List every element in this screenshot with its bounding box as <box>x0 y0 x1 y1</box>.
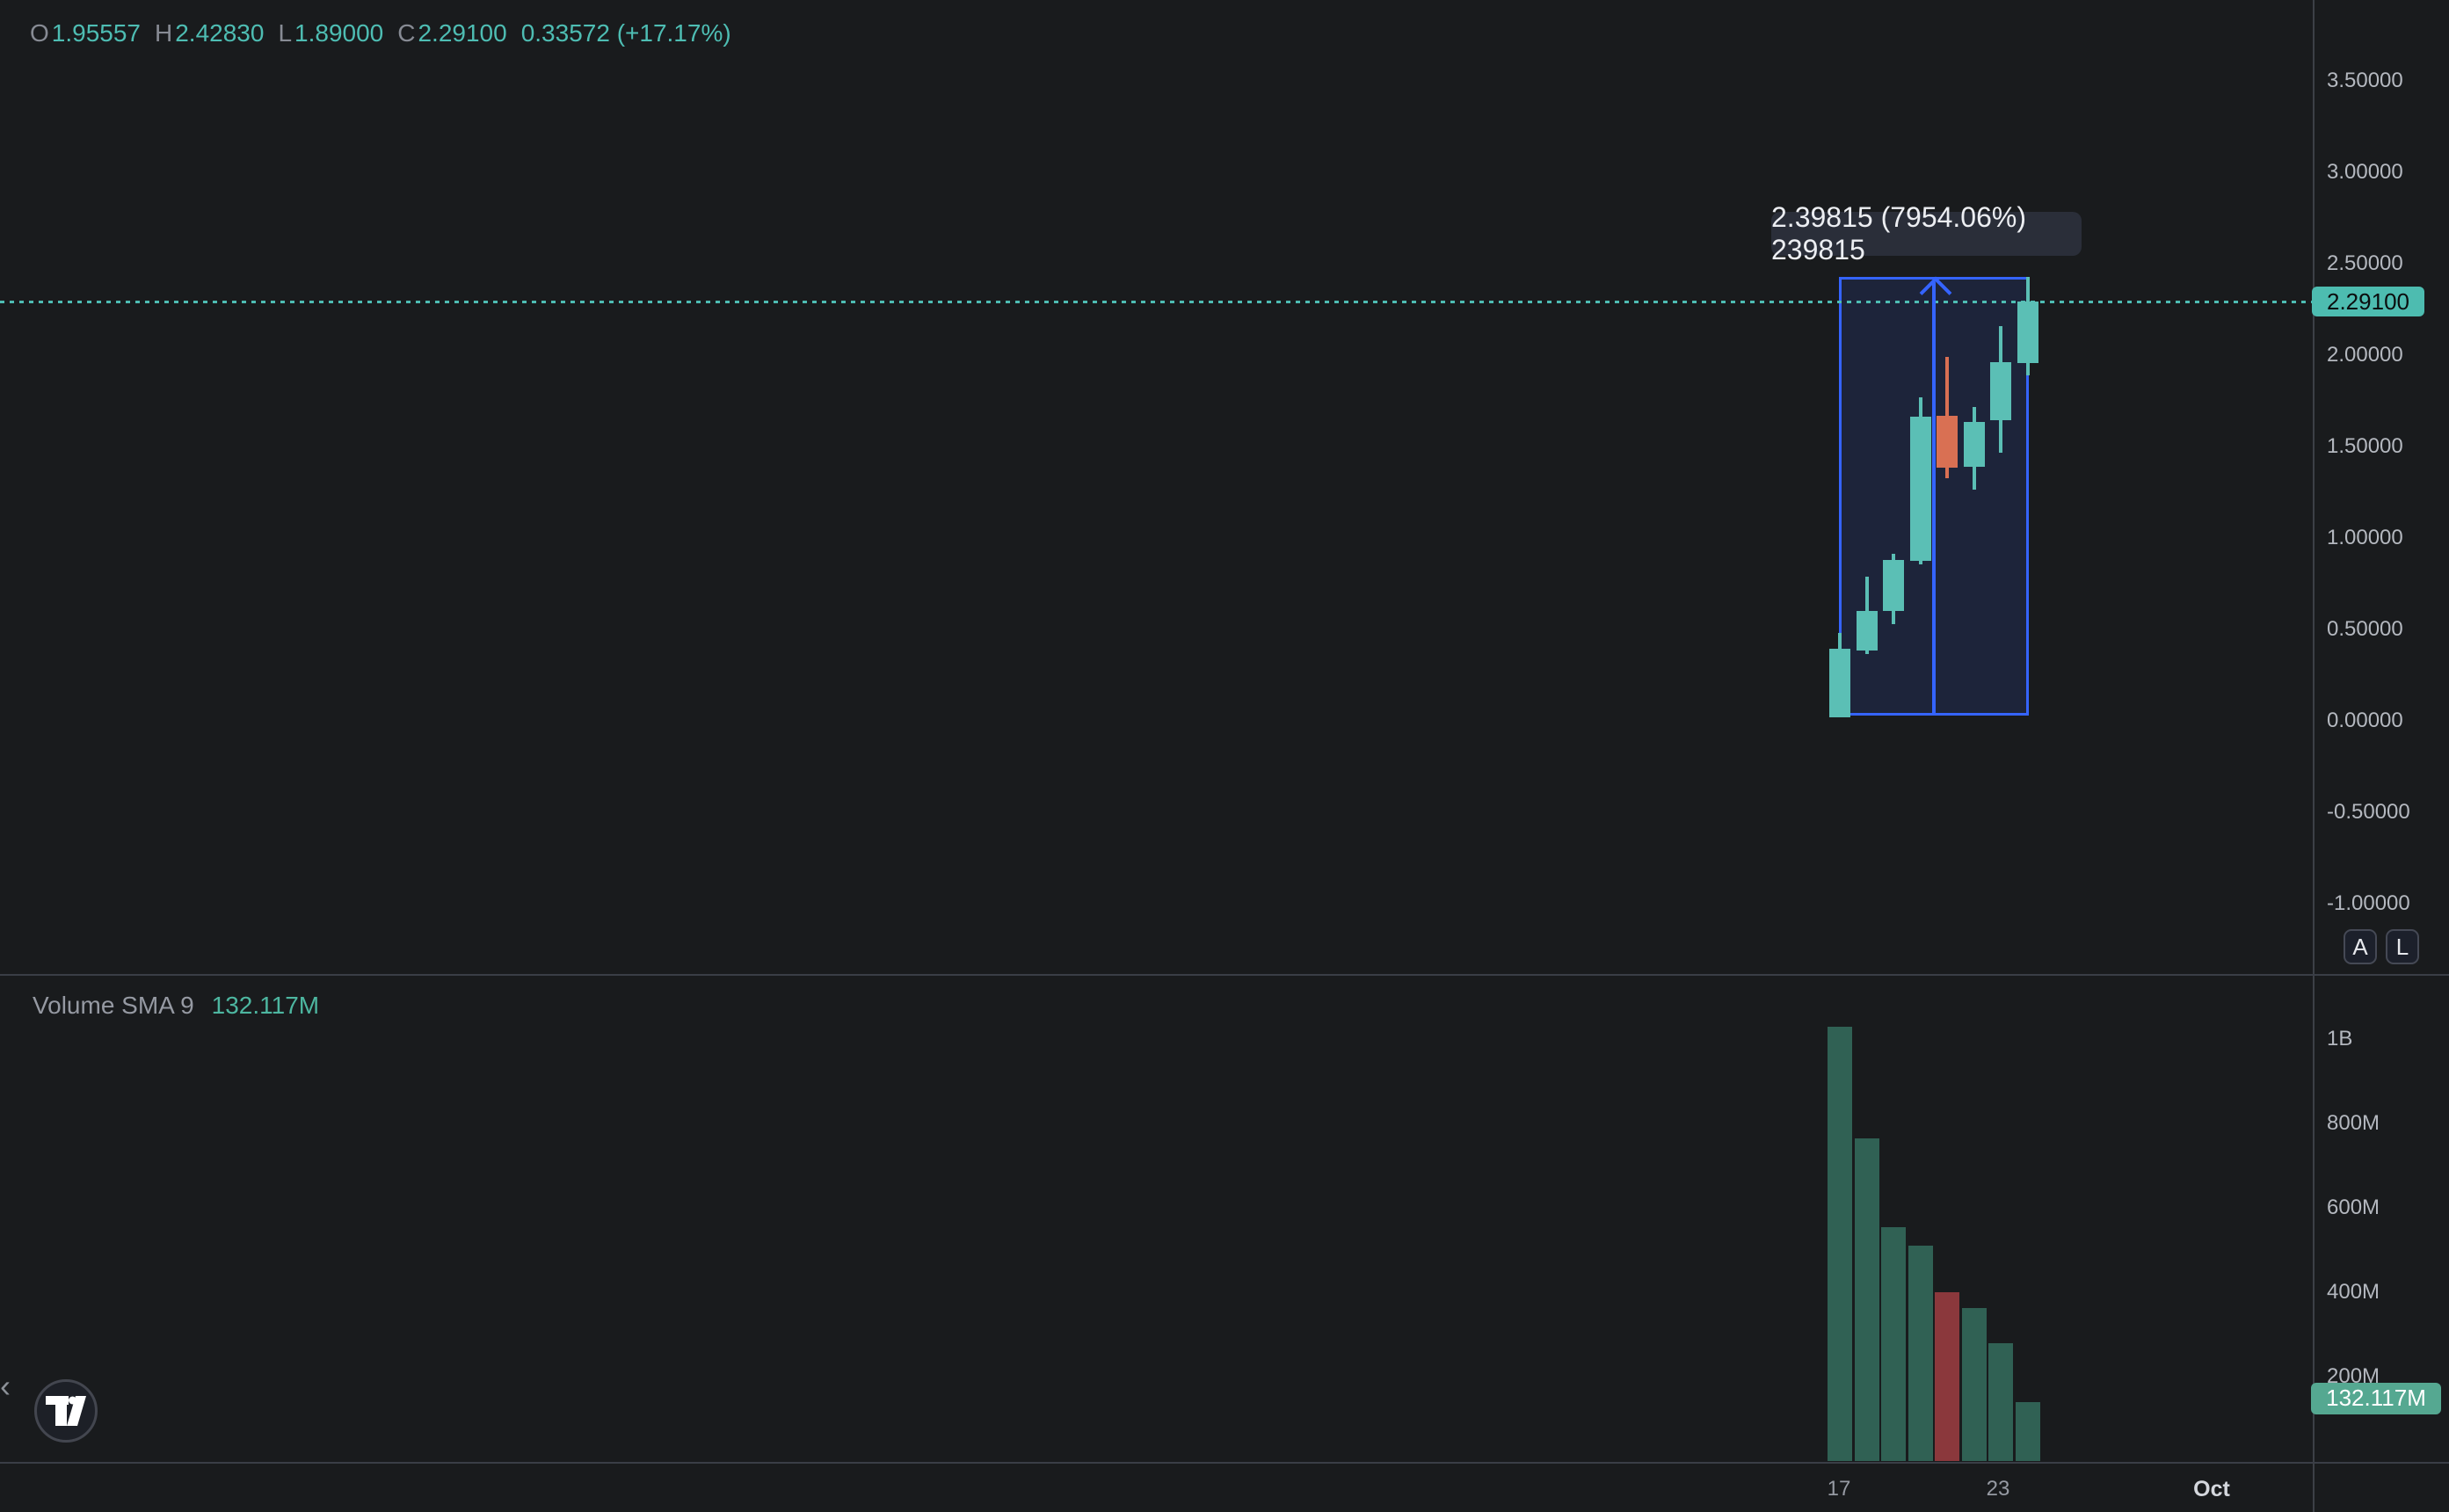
candle-body <box>1990 362 2011 420</box>
volume-bar <box>1988 1343 2013 1461</box>
volume-sma-badge: 132.117M <box>2311 1383 2441 1414</box>
candle-body <box>1910 417 1931 561</box>
price-axis-border <box>2313 0 2315 1512</box>
volume-legend-value: 132.117M <box>212 992 319 1020</box>
volume-bar <box>2016 1402 2040 1461</box>
ohlc-item: H2.42830 <box>155 19 264 47</box>
ohlc-legend: O1.95557 H2.42830 L1.89000 C2.29100 0.33572 … <box>30 19 731 47</box>
volume-tick-label: 400M <box>2327 1280 2380 1305</box>
candle-body <box>1964 422 1985 467</box>
volume-legend: Volume SMA 9 132.117M <box>33 992 319 1020</box>
volume-bar <box>1908 1246 1933 1461</box>
price-tick-label: 1.50000 <box>2327 434 2403 459</box>
volume-bar <box>1935 1292 1959 1461</box>
time-tick-label: 23 <box>1987 1477 2010 1501</box>
volume-bar <box>1855 1138 1879 1461</box>
price-tick-label: 1.00000 <box>2327 526 2403 550</box>
volume-bar <box>1828 1027 1852 1461</box>
volume-legend-title: Volume SMA 9 <box>33 992 194 1020</box>
price-range-arrow-shaft <box>1932 282 1936 713</box>
price-range-tooltip-text: 2.39815 (7954.06%) 239815 <box>1771 201 2082 266</box>
price-tick-label: 3.50000 <box>2327 69 2403 93</box>
collapse-panel-chevron-icon[interactable]: ‹ <box>0 1368 11 1405</box>
candle-body <box>2017 302 2038 363</box>
candle-body <box>1857 611 1878 651</box>
candle-body <box>1883 560 1904 611</box>
volume-bar <box>1881 1227 1906 1461</box>
volume-sma-badge-text: 132.117M <box>2326 1385 2426 1412</box>
tradingview-logo[interactable] <box>34 1379 98 1443</box>
auto-scale-button[interactable]: A <box>2344 929 2377 964</box>
volume-tick-label: 800M <box>2327 1111 2380 1136</box>
last-price-dotted-line <box>0 301 2313 303</box>
log-scale-button[interactable]: L <box>2386 929 2419 964</box>
volume-tick-label: 1B <box>2327 1027 2352 1051</box>
last-price-badge-text: 2.29100 <box>2327 288 2409 316</box>
candle-body <box>1937 416 1958 468</box>
ohlc-item: L1.89000 <box>278 19 383 47</box>
pane-separator[interactable] <box>0 974 2449 976</box>
price-tick-label: 2.50000 <box>2327 251 2403 276</box>
last-price-badge: 2.29100 <box>2312 287 2424 316</box>
price-range-tooltip: 2.39815 (7954.06%) 239815 <box>1771 212 2082 256</box>
candle-body <box>1829 649 1850 717</box>
price-tick-label: 0.00000 <box>2327 709 2403 733</box>
ohlc-item: O1.95557 <box>30 19 141 47</box>
auto-scale-label: A <box>2352 934 2367 961</box>
tradingview-logo-icon <box>46 1396 86 1426</box>
price-tick-label: 2.00000 <box>2327 343 2403 367</box>
price-tick-label: -0.50000 <box>2327 800 2410 825</box>
price-tick-label: -1.00000 <box>2327 891 2410 916</box>
volume-tick-label: 600M <box>2327 1196 2380 1220</box>
ohlc-item: C2.29100 <box>397 19 506 47</box>
log-scale-label: L <box>2396 934 2409 961</box>
volume-bar <box>1962 1308 1987 1461</box>
price-tick-label: 0.50000 <box>2327 617 2403 642</box>
time-tick-label: Oct <box>2193 1477 2230 1502</box>
price-tick-label: 3.00000 <box>2327 160 2403 185</box>
time-axis-border <box>0 1462 2449 1464</box>
trading-chart-app: O1.95557 H2.42830 L1.89000 C2.29100 0.33572 … <box>0 0 2449 1512</box>
time-tick-label: 17 <box>1828 1477 1851 1501</box>
ohlc-change: 0.33572 (+17.17%) <box>521 19 731 47</box>
